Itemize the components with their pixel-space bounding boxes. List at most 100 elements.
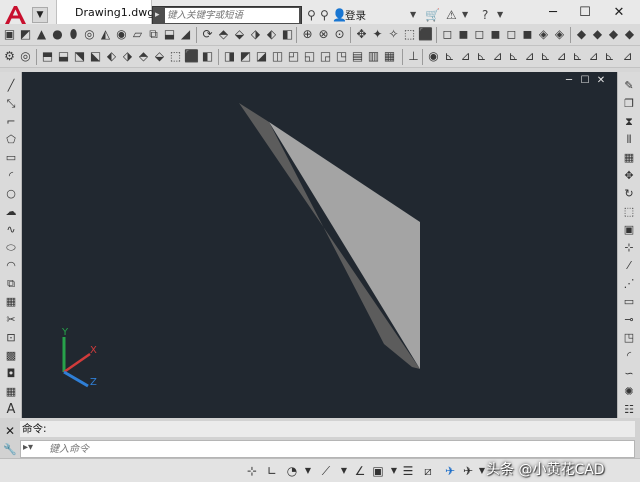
rectangle-icon[interactable]: ▭ (3, 150, 19, 165)
viewport-maximize-button[interactable]: ☐ (580, 75, 590, 87)
blend-curves-icon[interactable]: ∽ (621, 366, 637, 381)
polygon-icon[interactable]: ⬠ (3, 132, 19, 147)
imprint-icon[interactable]: ◧ (200, 49, 215, 64)
region-icon[interactable]: ◘ (3, 366, 19, 381)
extract-edges-icon[interactable]: ▥ (366, 49, 381, 64)
ucs-3point-icon[interactable]: ⊾ (538, 49, 553, 64)
annotation-visibility-icon[interactable]: ✈ (442, 463, 458, 479)
presspull-icon[interactable]: ⬓ (162, 27, 177, 42)
extend-icon[interactable]: ⁄ (621, 258, 637, 273)
wedge-icon[interactable]: ◩ (18, 27, 33, 42)
chamfer-icon[interactable]: ◳ (621, 330, 637, 345)
torus-icon[interactable]: ◎ (82, 27, 97, 42)
close-button[interactable]: ✕ (608, 3, 630, 23)
interfere-icon[interactable]: ▦ (382, 49, 397, 64)
top-view-icon[interactable]: ◻ (440, 27, 455, 42)
hatch-icon[interactable]: ▩ (3, 348, 19, 363)
view-cube-icon[interactable]: ⬚ (402, 27, 417, 42)
sw-iso-view-icon[interactable]: ◈ (536, 27, 551, 42)
rotate-3d-icon[interactable]: ⊗ (316, 27, 331, 42)
cone-icon[interactable]: ▲ (34, 27, 49, 42)
pyramid-icon[interactable]: ◭ (98, 27, 113, 42)
orbit-icon[interactable]: ✥ (354, 27, 369, 42)
line-icon[interactable]: ╱ (3, 78, 19, 93)
union-icon[interactable]: ⬙ (232, 27, 247, 42)
sweep-icon[interactable]: ◢ (178, 27, 193, 42)
delete-face-icon[interactable]: ⬕ (88, 49, 103, 64)
help-dropdown-icon[interactable]: ▼ (497, 7, 503, 23)
workspace-icon[interactable]: ⚙ (2, 49, 17, 64)
fillet-edge-icon[interactable]: ◰ (286, 49, 301, 64)
ucs-named-icon[interactable]: ⊿ (620, 49, 635, 64)
make-block-icon[interactable]: ▦ (3, 294, 19, 309)
copy-edge-icon[interactable]: ⬚ (168, 49, 183, 64)
back-view-icon[interactable]: ◼ (520, 27, 535, 42)
viewport-minimize-button[interactable]: ─ (564, 75, 574, 87)
bottom-view-icon[interactable]: ◼ (456, 27, 471, 42)
search-go-icon[interactable]: ⚲ (320, 7, 329, 23)
box-icon[interactable]: ▣ (2, 27, 17, 42)
flatshot-icon[interactable]: ▤ (350, 49, 365, 64)
lineweight-icon[interactable]: ☰ (400, 463, 416, 479)
binoculars-icon[interactable]: ⚲ (307, 7, 316, 23)
polar-dropdown-icon[interactable]: ▼ (300, 463, 316, 479)
spline-icon[interactable]: ∿ (3, 222, 19, 237)
lengthen-icon[interactable]: ⊹ (621, 240, 637, 255)
erase-icon[interactable]: ✎ (621, 78, 637, 93)
ucs-face-icon[interactable]: ⊿ (458, 49, 473, 64)
break-at-point-icon[interactable]: ⋰ (621, 276, 637, 291)
revolve-icon[interactable]: ⟳ (200, 27, 215, 42)
right-view-icon[interactable]: ◼ (488, 27, 503, 42)
named-views-icon[interactable]: ⬛ (418, 27, 433, 42)
subtract-icon[interactable]: ⬗ (248, 27, 263, 42)
extrude-face-icon[interactable]: ⬒ (40, 49, 55, 64)
ne-iso-view-icon[interactable]: ◆ (574, 27, 589, 42)
move-3d-icon[interactable]: ⊕ (300, 27, 315, 42)
ucs-icon[interactable]: ⊥ (406, 49, 421, 64)
check-icon[interactable]: ◫ (270, 49, 285, 64)
visual-style-icon[interactable]: ◆ (606, 27, 621, 42)
exchange-dropdown-icon[interactable]: ▼ (462, 7, 468, 23)
revision-cloud-icon[interactable]: ☁ (3, 204, 19, 219)
ucs-object-icon[interactable]: ⊾ (474, 49, 489, 64)
left-view-icon[interactable]: ◻ (472, 27, 487, 42)
color-face-icon[interactable]: ⬙ (152, 49, 167, 64)
intersect-icon[interactable]: ⬖ (264, 27, 279, 42)
search-input[interactable] (165, 8, 299, 23)
minimize-button[interactable]: ─ (542, 3, 564, 23)
color-edge-icon[interactable]: ⬛ (184, 49, 199, 64)
sphere-icon[interactable]: ● (50, 27, 65, 42)
highlight-edge-icon[interactable]: ◲ (318, 49, 333, 64)
fillet-icon[interactable]: ◜ (621, 348, 637, 363)
annotation-monitor-icon[interactable]: ⧄ (420, 463, 436, 479)
ucs-origin-icon[interactable]: ⊾ (506, 49, 521, 64)
command-prompt-icon[interactable]: ▸▾ (23, 442, 33, 453)
move-face-icon[interactable]: ⬓ (56, 49, 71, 64)
point-icon[interactable]: ⊡ (3, 330, 19, 345)
object-snap-icon[interactable]: ▣ (370, 463, 386, 479)
command-close-icon[interactable]: ✕ (3, 424, 17, 438)
planar-surface-icon[interactable]: ▱ (130, 27, 145, 42)
object-snap-tracking-icon[interactable]: ∠ (352, 463, 368, 479)
circle-icon[interactable]: ○ (3, 186, 19, 201)
move-icon[interactable]: ✥ (621, 168, 637, 183)
ucs-z-axis-icon[interactable]: ⊿ (522, 49, 537, 64)
search-expand-icon[interactable]: ▸ (155, 7, 160, 24)
loft-icon[interactable]: ⬘ (216, 27, 231, 42)
nw-iso-view-icon[interactable]: ◆ (590, 27, 605, 42)
rotate-face-icon[interactable]: ⬖ (104, 49, 119, 64)
isodraft-icon[interactable]: ⟋ (318, 463, 334, 479)
join-icon[interactable]: ⊸ (621, 312, 637, 327)
realistic-style-icon[interactable]: ◆ (622, 27, 637, 42)
extrude-icon[interactable]: ⧉ (146, 27, 161, 42)
stretch-icon[interactable]: ▣ (621, 222, 637, 237)
ellipse-icon[interactable]: ⬭ (3, 240, 19, 255)
command-customize-icon[interactable]: 🔧 (3, 443, 17, 457)
ellipse-arc-icon[interactable]: ◠ (3, 258, 19, 273)
mirror-icon[interactable]: ⧗ (621, 114, 637, 129)
offset-icon[interactable]: ⫴ (621, 132, 637, 147)
break-icon[interactable]: ▭ (621, 294, 637, 309)
help-icon[interactable]: ? (482, 7, 488, 23)
ucs-z-icon[interactable]: ⊿ (586, 49, 601, 64)
polar-tracking-icon[interactable]: ◔ (284, 463, 300, 479)
